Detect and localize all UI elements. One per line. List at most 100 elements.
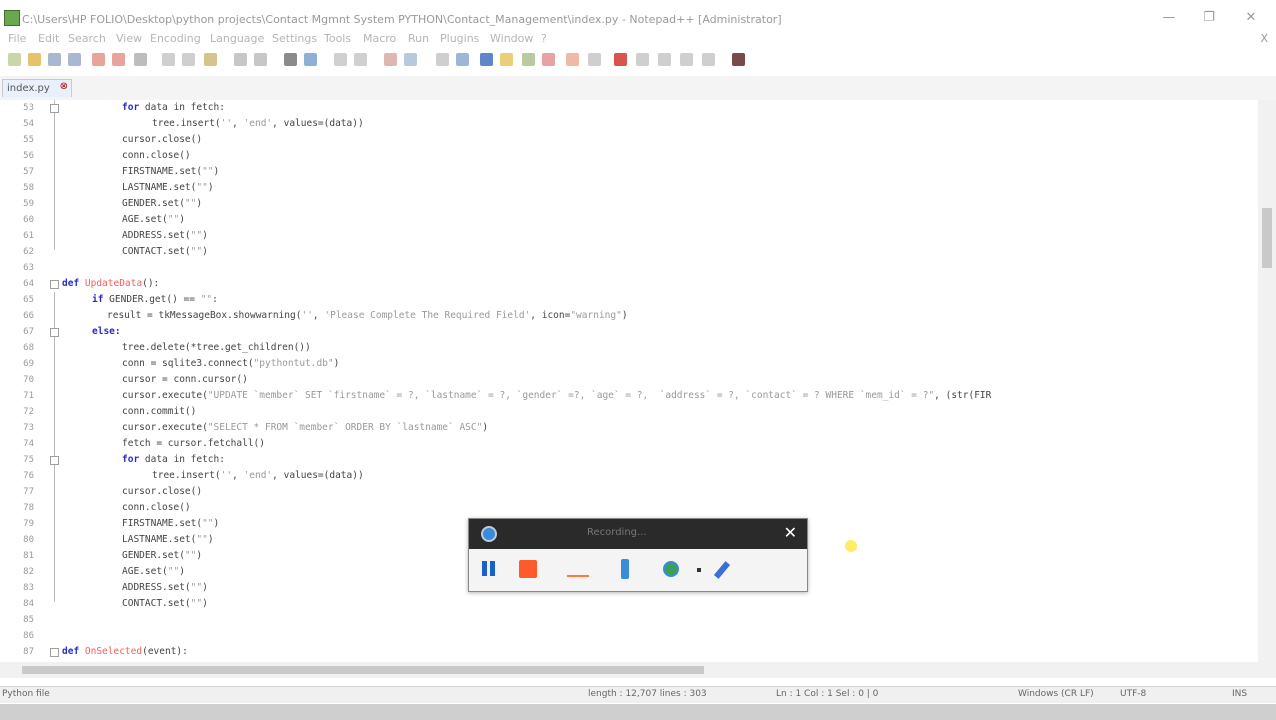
code-text: def OnSelected(event):: [62, 646, 188, 657]
menu-search[interactable]: Search: [68, 32, 106, 45]
code-line[interactable]: 76 tree.insert('', 'end', values=(data)): [0, 469, 1258, 485]
record-macro-icon[interactable]: [614, 53, 627, 66]
maximize-button[interactable]: ❐: [1194, 8, 1224, 28]
stop-icon[interactable]: [519, 560, 537, 578]
copy-icon[interactable]: [182, 53, 195, 66]
show-all-chars-icon[interactable]: [456, 53, 469, 66]
code-line[interactable]: 68 tree.delete(*tree.get_children()): [0, 341, 1258, 357]
code-line[interactable]: 85: [0, 613, 1258, 629]
spell-check-icon[interactable]: [732, 53, 745, 66]
highlighter-icon[interactable]: [615, 559, 635, 579]
find-icon[interactable]: [284, 53, 297, 66]
zoom-out-icon[interactable]: [354, 53, 367, 66]
save-icon[interactable]: [48, 53, 61, 66]
menu-run[interactable]: Run: [408, 32, 429, 45]
code-line[interactable]: 75 for data in fetch:: [0, 453, 1258, 469]
code-line[interactable]: 78 conn.close(): [0, 501, 1258, 517]
replace-icon[interactable]: [304, 53, 317, 66]
code-line[interactable]: 63: [0, 261, 1258, 277]
code-line[interactable]: 62 CONTACT.set(""): [0, 245, 1258, 261]
menu-macro[interactable]: Macro: [363, 32, 396, 45]
menu-edit[interactable]: Edit: [38, 32, 59, 45]
horizontal-scrollbar[interactable]: [0, 662, 1276, 678]
pause-icon[interactable]: [479, 559, 499, 579]
horizontal-scroll-thumb[interactable]: [22, 666, 704, 674]
code-line[interactable]: 53 for data in fetch:: [0, 101, 1258, 117]
recorder-close-button[interactable]: ✕: [784, 523, 797, 542]
menu-plugins[interactable]: Plugins: [440, 32, 479, 45]
close-all-icon[interactable]: [112, 53, 125, 66]
close-button[interactable]: ✕: [1236, 8, 1266, 28]
code-line[interactable]: 67 else:: [0, 325, 1258, 341]
minimize-button[interactable]: —: [1154, 8, 1184, 28]
code-line[interactable]: 86: [0, 629, 1258, 645]
code-line[interactable]: 54 tree.insert('', 'end', values=(data)): [0, 117, 1258, 133]
code-line[interactable]: 60 AGE.set(""): [0, 213, 1258, 229]
user-language-icon[interactable]: [500, 53, 513, 66]
line-number: 56: [23, 151, 34, 161]
indent-guide-icon[interactable]: [480, 53, 493, 66]
zoom-in-icon[interactable]: [334, 53, 347, 66]
close-icon[interactable]: [92, 53, 105, 66]
minimize-recorder-icon[interactable]: [567, 559, 589, 579]
menu-language[interactable]: Language: [210, 32, 264, 45]
monitoring-icon[interactable]: [588, 53, 601, 66]
save-all-icon[interactable]: [68, 53, 81, 66]
cut-icon[interactable]: [162, 53, 175, 66]
line-number: 74: [23, 439, 34, 449]
menu-help[interactable]: ?: [541, 32, 547, 45]
redo-icon[interactable]: [254, 53, 267, 66]
paste-icon[interactable]: [204, 53, 217, 66]
play-macro-icon[interactable]: [658, 53, 671, 66]
code-line[interactable]: 66 result = tkMessageBox.showwarning('', …: [0, 309, 1258, 325]
stop-macro-icon[interactable]: [636, 53, 649, 66]
new-file-icon[interactable]: [8, 53, 21, 66]
code-line[interactable]: 61 ADDRESS.set(""): [0, 229, 1258, 245]
code-line[interactable]: 84 CONTACT.set(""): [0, 597, 1258, 613]
menu-file[interactable]: File: [8, 32, 26, 45]
menu-window[interactable]: Window: [490, 32, 533, 45]
code-line[interactable]: 64 def UpdateData():: [0, 277, 1258, 293]
tab-close-icon[interactable]: ⊗: [60, 81, 68, 92]
code-line[interactable]: 69 conn = sqlite3.connect("pythontut.db"): [0, 357, 1258, 373]
menu-encoding[interactable]: Encoding: [150, 32, 201, 45]
close-document-button[interactable]: X: [1260, 32, 1268, 45]
document-map-icon[interactable]: [522, 53, 535, 66]
code-text: cursor = conn.cursor(): [122, 374, 248, 385]
code-line[interactable]: 71 cursor.execute("UPDATE `member` SET `f…: [0, 389, 1258, 405]
vertical-scroll-thumb[interactable]: [1262, 208, 1272, 268]
print-icon[interactable]: [134, 53, 147, 66]
open-file-icon[interactable]: [28, 53, 41, 66]
webcam-dropdown-icon[interactable]: [697, 559, 703, 579]
code-line[interactable]: 59 GENDER.set(""): [0, 197, 1258, 213]
code-line[interactable]: 56 conn.close(): [0, 149, 1258, 165]
code-line[interactable]: 55 cursor.close(): [0, 133, 1258, 149]
word-wrap-icon[interactable]: [436, 53, 449, 66]
folder-as-workspace-icon[interactable]: [566, 53, 579, 66]
code-line[interactable]: 74 fetch = cursor.fetchall(): [0, 437, 1258, 453]
save-macro-icon[interactable]: [702, 53, 715, 66]
status-insert-mode: INS: [1232, 689, 1248, 699]
code-line[interactable]: 77 cursor.close(): [0, 485, 1258, 501]
vertical-scrollbar[interactable]: [1258, 100, 1276, 662]
tab-index-py[interactable]: index.py ⊗: [2, 79, 72, 97]
code-line[interactable]: 57 FIRSTNAME.set(""): [0, 165, 1258, 181]
undo-icon[interactable]: [234, 53, 247, 66]
menu-view[interactable]: View: [116, 32, 142, 45]
run-macro-multiple-icon[interactable]: [680, 53, 693, 66]
menu-settings[interactable]: Settings: [272, 32, 317, 45]
code-line[interactable]: 87 def OnSelected(event):: [0, 645, 1258, 661]
sync-vertical-icon[interactable]: [384, 53, 397, 66]
code-line[interactable]: 72 conn.commit(): [0, 405, 1258, 421]
code-line[interactable]: 65 if GENDER.get() == "":: [0, 293, 1258, 309]
code-text: LASTNAME.set(""): [122, 182, 214, 193]
code-line[interactable]: 58 LASTNAME.set(""): [0, 181, 1258, 197]
code-line[interactable]: 70 cursor = conn.cursor(): [0, 373, 1258, 389]
draw-pencil-icon[interactable]: [713, 559, 735, 579]
function-list-icon[interactable]: [542, 53, 555, 66]
menu-tools[interactable]: Tools: [324, 32, 351, 45]
sync-horizontal-icon[interactable]: [404, 53, 417, 66]
line-number: 67: [23, 327, 34, 337]
webcam-icon[interactable]: [661, 559, 681, 579]
code-line[interactable]: 73 cursor.execute("SELECT * FROM `member`…: [0, 421, 1258, 437]
